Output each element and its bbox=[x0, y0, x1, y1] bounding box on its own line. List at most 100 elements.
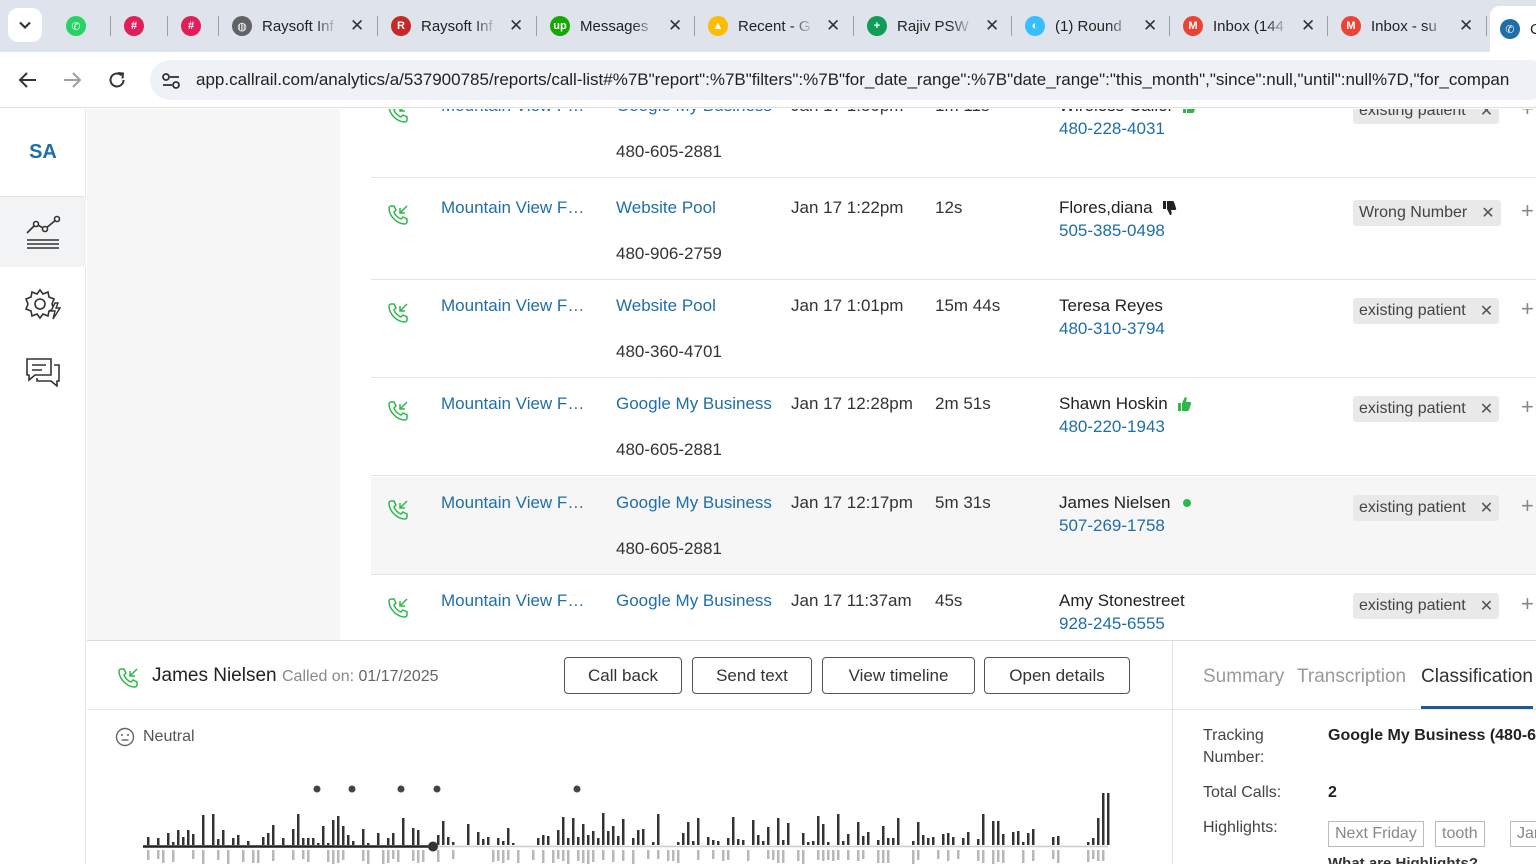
company-link[interactable]: Mountain View Family Dental bbox=[441, 198, 591, 218]
close-tab-icon[interactable]: ✕ bbox=[1459, 16, 1473, 36]
company-link[interactable]: Mountain View Family Dental bbox=[441, 394, 591, 414]
view-timeline-button[interactable]: View timeline bbox=[822, 657, 975, 694]
tab-separator bbox=[536, 16, 537, 36]
waveform-bar-caller bbox=[602, 813, 605, 845]
browser-tab[interactable]: ◐ (1) Round ✕ bbox=[1015, 8, 1167, 44]
waveform-bar-agent bbox=[667, 850, 670, 861]
close-tab-icon[interactable]: ✕ bbox=[985, 16, 999, 36]
browser-tab[interactable]: M Inbox (144 ✕ bbox=[1173, 8, 1325, 44]
open-details-button[interactable]: Open details bbox=[984, 657, 1130, 694]
browser-tab[interactable]: ✆ C bbox=[1490, 6, 1536, 52]
tab-search-button[interactable] bbox=[8, 8, 42, 42]
waveform-bar-caller bbox=[967, 832, 970, 845]
browser-tab-title: Raysoft Inf bbox=[421, 17, 493, 35]
call-back-button[interactable]: Call back bbox=[564, 657, 682, 694]
highlight-chip[interactable]: James bbox=[1510, 821, 1536, 847]
waveform-bar-agent bbox=[302, 850, 305, 859]
table-row[interactable]: Mountain View Family Dental Google My Bus… bbox=[371, 477, 1536, 575]
remove-tag-icon[interactable]: ✕ bbox=[1480, 399, 1493, 419]
company-link[interactable]: Mountain View Family Dental bbox=[441, 296, 591, 316]
waveform-bar-caller bbox=[547, 836, 550, 845]
caller-phone-link[interactable]: 480-220-1943 bbox=[1059, 417, 1165, 437]
source-link[interactable]: Website Pool bbox=[616, 296, 716, 316]
close-tab-icon[interactable]: ✕ bbox=[826, 16, 840, 36]
audio-waveform[interactable] bbox=[143, 781, 1113, 864]
waveform-bar-agent bbox=[982, 850, 985, 863]
add-tag-icon[interactable]: + bbox=[1521, 394, 1534, 420]
company-link[interactable]: Mountain View Family Dental bbox=[441, 109, 591, 116]
inbound-call-icon bbox=[387, 302, 409, 324]
forward-button[interactable] bbox=[58, 66, 86, 94]
close-tab-icon[interactable]: ✕ bbox=[1301, 16, 1315, 36]
remove-tag-icon[interactable]: ✕ bbox=[1480, 109, 1493, 121]
waveform-bar-caller bbox=[807, 842, 810, 845]
caller-phone-link[interactable]: 928-245-6555 bbox=[1059, 614, 1165, 634]
caller-phone-link[interactable]: 480-310-3794 bbox=[1059, 319, 1165, 339]
highlight-chip[interactable]: Next Friday bbox=[1328, 821, 1424, 847]
address-bar[interactable]: app.callrail.com/analytics/a/537900785/r… bbox=[150, 60, 1536, 100]
sidebar-item-settings[interactable] bbox=[0, 269, 86, 339]
user-avatar[interactable]: SA bbox=[0, 109, 86, 197]
table-row[interactable]: Mountain View Family Dental Google My Bus… bbox=[371, 109, 1536, 178]
waveform-bar-caller bbox=[727, 838, 730, 845]
send-text-button[interactable]: Send text bbox=[692, 657, 812, 694]
add-tag-icon[interactable]: + bbox=[1521, 493, 1534, 519]
browser-tab[interactable]: ▲ Recent - G ✕ bbox=[698, 8, 850, 44]
table-row[interactable]: Mountain View Family Dental Website Pool 4… bbox=[371, 182, 1536, 280]
close-tab-icon[interactable]: ✕ bbox=[509, 16, 523, 36]
browser-tab[interactable]: R Raysoft Inf ✕ bbox=[381, 8, 533, 44]
waveform-bar-agent bbox=[777, 850, 780, 863]
close-tab-icon[interactable]: ✕ bbox=[668, 16, 682, 36]
remove-tag-icon[interactable]: ✕ bbox=[1481, 203, 1494, 223]
thumbs-up-icon[interactable] bbox=[1176, 396, 1192, 412]
waveform-bar-caller bbox=[882, 826, 885, 845]
add-tag-icon[interactable]: + bbox=[1521, 109, 1534, 122]
waveform-bar-agent bbox=[172, 850, 175, 862]
sidebar-item-analytics[interactable] bbox=[0, 197, 86, 267]
remove-tag-icon[interactable]: ✕ bbox=[1480, 498, 1493, 518]
waveform-bar-caller bbox=[367, 843, 370, 845]
table-row[interactable]: Mountain View Family Dental Website Pool 4… bbox=[371, 280, 1536, 378]
thumbs-down-icon[interactable] bbox=[1161, 200, 1177, 216]
source-link[interactable]: Google My Business bbox=[616, 109, 772, 116]
browser-tab[interactable]: ✆ bbox=[56, 8, 106, 44]
browser-tab[interactable]: M Inbox - su ✕ bbox=[1331, 8, 1483, 44]
site-info-icon[interactable] bbox=[160, 70, 182, 92]
reload-button[interactable] bbox=[103, 66, 131, 94]
caller-phone-link[interactable]: 480-228-4031 bbox=[1059, 119, 1165, 139]
table-row[interactable]: Mountain View Family Dental Google My Bus… bbox=[371, 378, 1536, 476]
source-link[interactable]: Google My Business bbox=[616, 394, 772, 414]
waveform-bar-agent bbox=[227, 850, 230, 864]
tracking-number: 480-605-2881 bbox=[616, 142, 722, 161]
browser-tab[interactable]: ◍ Raysoft Inf ✕ bbox=[222, 8, 374, 44]
tab-transcription[interactable]: Transcription bbox=[1297, 666, 1406, 688]
what-are-highlights-link[interactable]: What are Highlights? bbox=[1328, 855, 1478, 864]
browser-tab[interactable]: + Rajiv PSW ✕ bbox=[857, 8, 1009, 44]
caller-phone-link[interactable]: 505-385-0498 bbox=[1059, 221, 1165, 241]
table-row[interactable]: Mountain View Family Dental Google My Bus… bbox=[371, 575, 1536, 640]
browser-tab[interactable]: up Messages ✕ bbox=[540, 8, 692, 44]
source-link[interactable]: Google My Business bbox=[616, 591, 772, 611]
back-button[interactable] bbox=[14, 66, 42, 94]
waveform-bar-caller bbox=[292, 829, 295, 845]
caller-phone-link[interactable]: 507-269-1758 bbox=[1059, 516, 1165, 536]
thumbs-up-icon[interactable] bbox=[1181, 109, 1197, 114]
add-tag-icon[interactable]: + bbox=[1521, 591, 1534, 617]
source-link[interactable]: Google My Business bbox=[616, 493, 772, 513]
remove-tag-icon[interactable]: ✕ bbox=[1480, 596, 1493, 616]
highlight-chip[interactable]: tooth bbox=[1435, 821, 1485, 847]
sidebar-item-conversations[interactable] bbox=[0, 337, 86, 407]
company-link[interactable]: Mountain View Family Dental bbox=[441, 591, 591, 611]
tab-classification[interactable]: Classification bbox=[1421, 666, 1533, 688]
company-link[interactable]: Mountain View Family Dental bbox=[441, 493, 591, 513]
add-tag-icon[interactable]: + bbox=[1521, 296, 1534, 322]
browser-tab[interactable]: # bbox=[114, 8, 164, 44]
remove-tag-icon[interactable]: ✕ bbox=[1480, 301, 1493, 321]
caller-name-text: Shawn Hoskin bbox=[1059, 394, 1168, 413]
close-tab-icon[interactable]: ✕ bbox=[1143, 16, 1157, 36]
browser-tab[interactable]: # bbox=[171, 8, 221, 44]
tab-summary[interactable]: Summary bbox=[1203, 666, 1284, 688]
source-link[interactable]: Website Pool bbox=[616, 198, 716, 218]
add-tag-icon[interactable]: + bbox=[1521, 198, 1534, 224]
close-tab-icon[interactable]: ✕ bbox=[350, 16, 364, 36]
